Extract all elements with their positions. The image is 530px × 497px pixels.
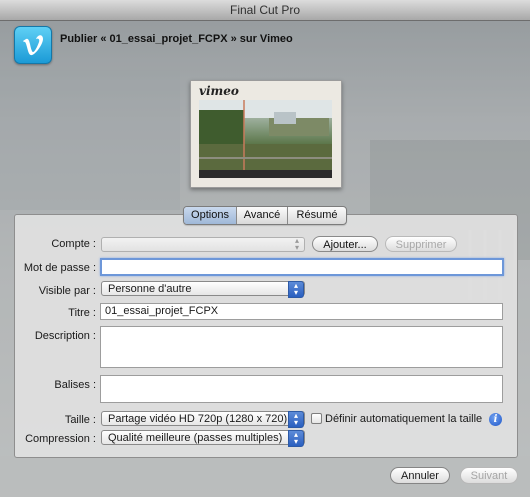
delete-account-button[interactable]: Supprimer — [385, 236, 457, 252]
compression-select-value: Qualité meilleure (passes multiples) — [108, 432, 283, 444]
tags-label: Balises : — [54, 379, 96, 391]
publish-window: Final Cut Pro Publier « 01_essai_projet_… — [0, 0, 530, 497]
info-icon[interactable]: i — [489, 413, 502, 426]
dialog-title: Publier « 01_essai_projet_FCPX » sur Vim… — [60, 33, 293, 45]
compression-label: Compression : — [25, 433, 96, 445]
description-label: Description : — [34, 330, 96, 342]
thumbnail-controls — [199, 170, 332, 178]
tab-bar: Options Avancé Résumé — [183, 206, 347, 225]
visibility-select[interactable]: Personne d'autre ▴ ▾ — [101, 281, 305, 298]
tab-options[interactable]: Options — [184, 207, 237, 224]
title-label: Titre : — [68, 307, 96, 319]
tab-summary[interactable]: Résumé — [288, 207, 346, 224]
visibility-select-value: Personne d'autre — [108, 283, 192, 295]
size-label: Taille : — [64, 414, 96, 426]
auto-size-checkbox[interactable] — [311, 413, 322, 424]
auto-size-label: Définir automatiquement la taille — [325, 413, 483, 425]
visibility-label: Visible par : — [38, 285, 96, 297]
tab-advanced[interactable]: Avancé — [237, 207, 288, 224]
window-titlebar: Final Cut Pro — [0, 0, 530, 21]
size-select[interactable]: Partage vidéo HD 720p (1280 x 720) ▴ ▾ — [101, 411, 305, 428]
compression-select[interactable]: Qualité meilleure (passes multiples) ▴ ▾ — [101, 430, 305, 447]
vimeo-logo: vimeo — [199, 84, 239, 98]
password-field[interactable] — [100, 258, 504, 276]
video-thumbnail: vimeo — [190, 80, 342, 188]
cancel-button[interactable]: Annuler — [390, 467, 450, 484]
popup-arrows-icon: ▴ ▾ — [288, 281, 304, 298]
add-account-button[interactable]: Ajouter... — [312, 236, 378, 252]
vimeo-icon — [14, 26, 52, 64]
tags-field[interactable] — [100, 375, 503, 403]
popup-arrows-icon: ▴ ▾ — [294, 236, 299, 252]
description-field[interactable] — [100, 326, 503, 368]
account-label: Compte : — [51, 238, 96, 250]
account-select[interactable]: ▴ ▾ — [101, 237, 305, 252]
popup-arrows-icon: ▴ ▾ — [288, 430, 304, 447]
size-select-value: Partage vidéo HD 720p (1280 x 720) — [108, 413, 288, 425]
title-field[interactable]: 01_essai_projet_FCPX — [100, 303, 503, 320]
window-title: Final Cut Pro — [229, 3, 301, 17]
password-label: Mot de passe : — [23, 262, 96, 274]
thumbnail-preview — [199, 100, 332, 170]
popup-arrows-icon: ▴ ▾ — [288, 411, 304, 428]
next-button[interactable]: Suivant — [460, 467, 518, 484]
